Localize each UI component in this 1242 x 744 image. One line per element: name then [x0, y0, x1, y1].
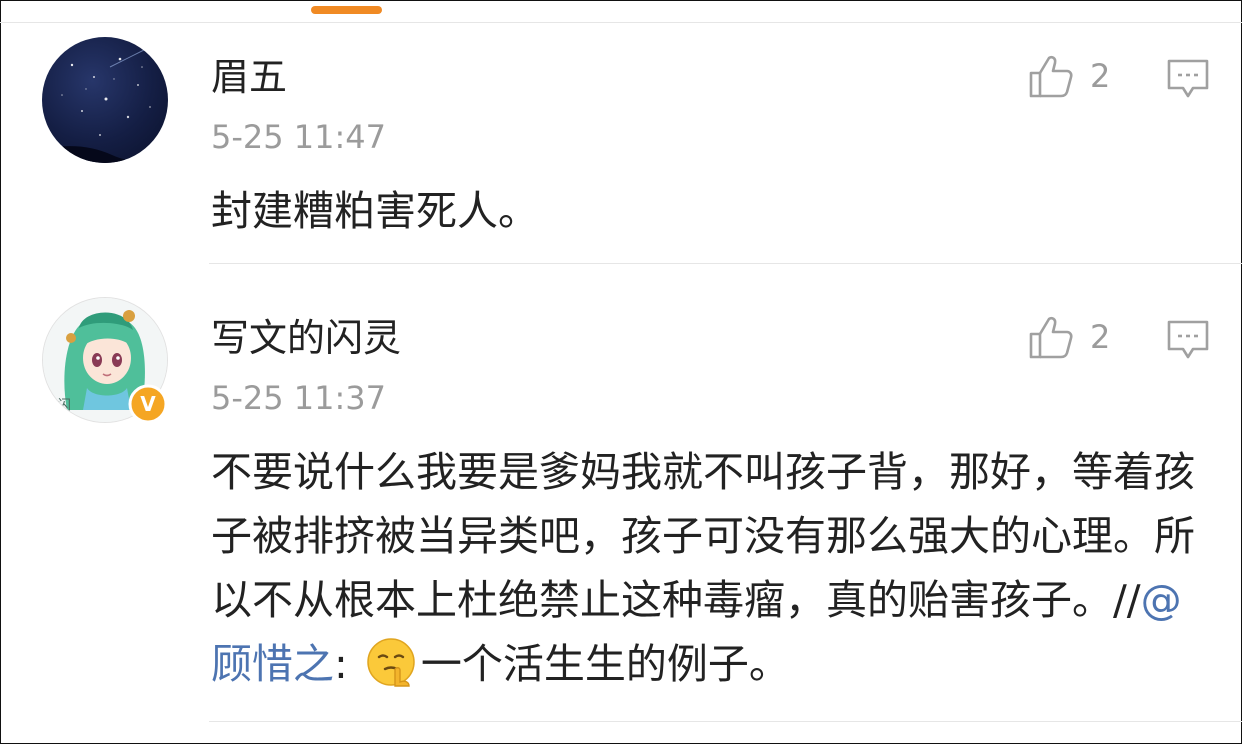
comment-divider	[209, 263, 1242, 264]
like-count: 2	[1090, 57, 1111, 95]
verified-badge-label: V	[140, 392, 156, 416]
thumbs-up-icon	[1029, 316, 1073, 359]
comment-username[interactable]: 眉五	[211, 54, 287, 100]
shushing-face-emoji	[367, 638, 415, 687]
starry-night-avatar-image	[42, 44, 168, 163]
comment-username[interactable]: 写文的闪灵	[211, 315, 401, 361]
comment-text-main: 不要说什么我要是爹妈我就不叫孩子背，那好，等着孩子被排挤被当异类吧，孩子可没有那…	[211, 448, 1195, 624]
avatar[interactable]	[42, 37, 168, 163]
comment-bubble-icon	[1167, 320, 1209, 359]
like-count: 2	[1090, 318, 1111, 356]
like-button[interactable]: 2	[1028, 313, 1110, 361]
verified-v-icon: V	[128, 384, 168, 424]
like-button[interactable]: 2	[1028, 52, 1110, 100]
thumbs-up-icon	[1029, 55, 1073, 98]
comment-item: 眉五 5-25 11:47 2 封建糟粕害死人。	[0, 0, 1242, 263]
verified-badge: V	[128, 384, 168, 424]
comment-divider	[209, 721, 1242, 722]
comment-text-tail: 一个活生生的例子。	[420, 640, 790, 688]
reply-button[interactable]	[1166, 58, 1210, 102]
comment-timestamp: 5-25 11:37	[211, 379, 387, 417]
comment-timestamp: 5-25 11:47	[211, 118, 387, 156]
reply-button[interactable]	[1166, 319, 1210, 363]
comment-bubble-icon	[1167, 59, 1209, 98]
comment-text: 不要说什么我要是爹妈我就不叫孩子背，那好，等着孩子被排挤被当异类吧，孩子可没有那…	[211, 440, 1211, 696]
mention-colon: :	[334, 640, 361, 688]
comment-text: 封建糟粕害死人。	[211, 187, 539, 235]
